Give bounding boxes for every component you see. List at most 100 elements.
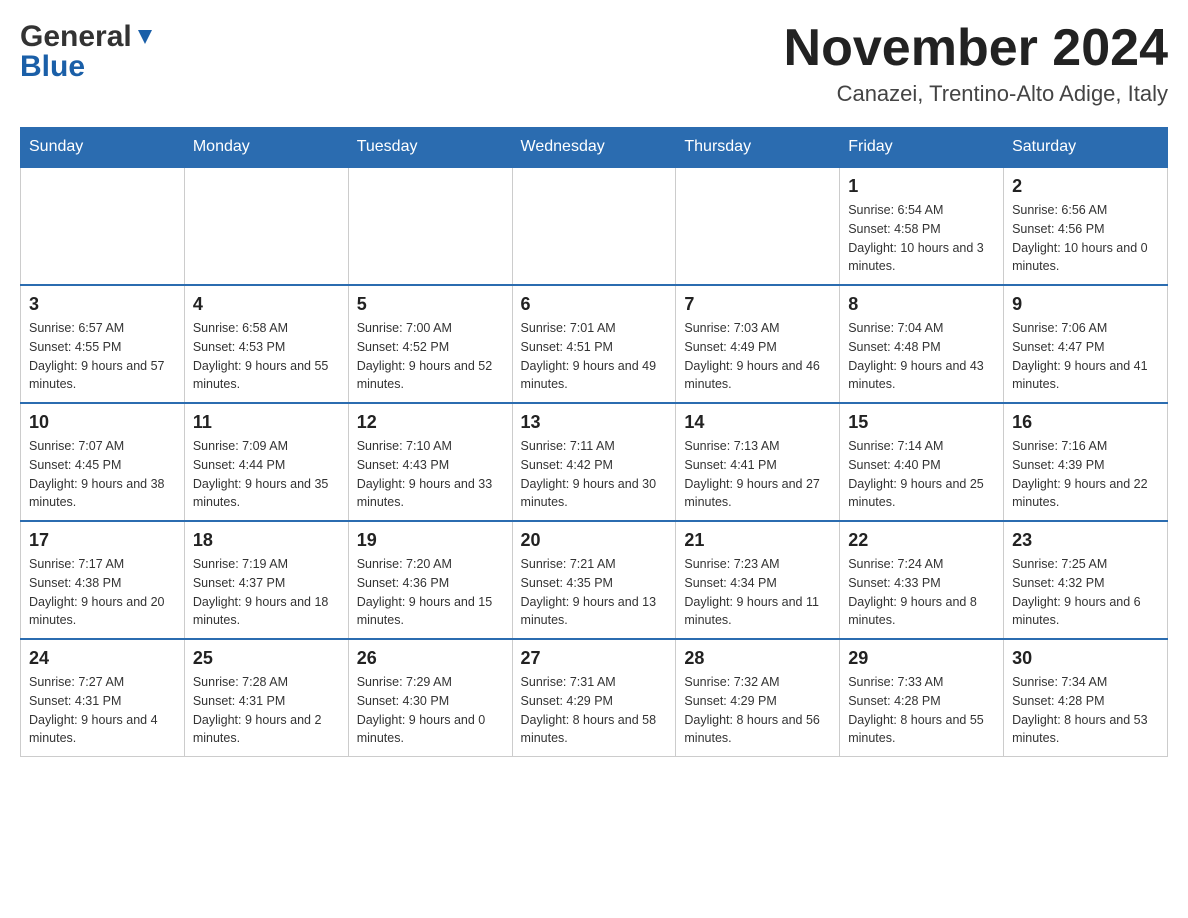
- day-info: Sunrise: 7:16 AMSunset: 4:39 PMDaylight:…: [1012, 437, 1159, 512]
- page-header: General Blue November 2024 Canazei, Tren…: [20, 20, 1168, 107]
- day-info: Sunrise: 7:21 AMSunset: 4:35 PMDaylight:…: [521, 555, 668, 630]
- day-info: Sunrise: 7:27 AMSunset: 4:31 PMDaylight:…: [29, 673, 176, 748]
- calendar-header-wednesday: Wednesday: [512, 128, 676, 168]
- calendar-day-cell: 1 Sunrise: 6:54 AMSunset: 4:58 PMDaylight…: [840, 167, 1004, 285]
- calendar-week-row: 10Sunrise: 7:07 AMSunset: 4:45 PMDayligh…: [21, 403, 1168, 521]
- day-number: 17: [29, 530, 176, 551]
- day-number: 9: [1012, 294, 1159, 315]
- calendar-day-cell: 18 Sunrise: 7:19 AMSunset: 4:37 PMDayligh…: [184, 521, 348, 639]
- calendar-day-cell: [348, 167, 512, 285]
- day-info: Sunrise: 7:34 AMSunset: 4:28 PMDaylight:…: [1012, 673, 1159, 748]
- day-info: Sunrise: 7:28 AMSunset: 4:31 PMDaylight:…: [193, 673, 340, 748]
- calendar-day-cell: 8Sunrise: 7:04 AMSunset: 4:48 PMDaylight…: [840, 285, 1004, 403]
- day-info: Sunrise: 7:31 AMSunset: 4:29 PMDaylight:…: [521, 673, 668, 748]
- day-number: 1: [848, 176, 995, 197]
- calendar-header-row: SundayMondayTuesdayWednesdayThursdayFrid…: [21, 128, 1168, 168]
- day-info: Sunrise: 7:04 AMSunset: 4:48 PMDaylight:…: [848, 319, 995, 394]
- day-number: 19: [357, 530, 504, 551]
- calendar-header-monday: Monday: [184, 128, 348, 168]
- calendar-day-cell: 22 Sunrise: 7:24 AMSunset: 4:33 PMDayligh…: [840, 521, 1004, 639]
- day-info: Sunrise: 7:24 AMSunset: 4:33 PMDaylight:…: [848, 555, 995, 630]
- day-number: 20: [521, 530, 668, 551]
- day-info: Sunrise: 7:25 AMSunset: 4:32 PMDaylight:…: [1012, 555, 1159, 630]
- day-info: Sunrise: 7:32 AMSunset: 4:29 PMDaylight:…: [684, 673, 831, 748]
- location-subtitle: Canazei, Trentino-Alto Adige, Italy: [784, 81, 1168, 107]
- day-info: Sunrise: 7:00 AMSunset: 4:52 PMDaylight:…: [357, 319, 504, 394]
- day-info: Sunrise: 7:10 AMSunset: 4:43 PMDaylight:…: [357, 437, 504, 512]
- day-number: 4: [193, 294, 340, 315]
- calendar-day-cell: 12 Sunrise: 7:10 AMSunset: 4:43 PMDayligh…: [348, 403, 512, 521]
- calendar-week-row: 1 Sunrise: 6:54 AMSunset: 4:58 PMDaylight…: [21, 167, 1168, 285]
- day-info: Sunrise: 7:29 AMSunset: 4:30 PMDaylight:…: [357, 673, 504, 748]
- day-number: 24: [29, 648, 176, 669]
- day-number: 16: [1012, 412, 1159, 433]
- day-number: 25: [193, 648, 340, 669]
- calendar-day-cell: 3 Sunrise: 6:57 AMSunset: 4:55 PMDaylight…: [21, 285, 185, 403]
- calendar-day-cell: 11Sunrise: 7:09 AMSunset: 4:44 PMDayligh…: [184, 403, 348, 521]
- day-info: Sunrise: 6:54 AMSunset: 4:58 PMDaylight:…: [848, 201, 995, 276]
- day-number: 29: [848, 648, 995, 669]
- calendar-day-cell: [676, 167, 840, 285]
- logo-triangle-icon: [134, 26, 156, 48]
- calendar-week-row: 17Sunrise: 7:17 AMSunset: 4:38 PMDayligh…: [21, 521, 1168, 639]
- calendar-day-cell: 28 Sunrise: 7:32 AMSunset: 4:29 PMDayligh…: [676, 639, 840, 757]
- calendar-day-cell: [21, 167, 185, 285]
- day-number: 15: [848, 412, 995, 433]
- day-number: 12: [357, 412, 504, 433]
- calendar-day-cell: 15Sunrise: 7:14 AMSunset: 4:40 PMDayligh…: [840, 403, 1004, 521]
- calendar-header-friday: Friday: [840, 128, 1004, 168]
- day-number: 27: [521, 648, 668, 669]
- calendar-day-cell: 6 Sunrise: 7:01 AMSunset: 4:51 PMDaylight…: [512, 285, 676, 403]
- day-info: Sunrise: 6:58 AMSunset: 4:53 PMDaylight:…: [193, 319, 340, 394]
- calendar-day-cell: 29 Sunrise: 7:33 AMSunset: 4:28 PMDayligh…: [840, 639, 1004, 757]
- day-number: 18: [193, 530, 340, 551]
- day-number: 26: [357, 648, 504, 669]
- calendar-day-cell: 26 Sunrise: 7:29 AMSunset: 4:30 PMDayligh…: [348, 639, 512, 757]
- calendar-day-cell: 23 Sunrise: 7:25 AMSunset: 4:32 PMDayligh…: [1004, 521, 1168, 639]
- calendar-day-cell: 9 Sunrise: 7:06 AMSunset: 4:47 PMDaylight…: [1004, 285, 1168, 403]
- month-title: November 2024: [784, 20, 1168, 77]
- day-number: 22: [848, 530, 995, 551]
- calendar-day-cell: 27 Sunrise: 7:31 AMSunset: 4:29 PMDayligh…: [512, 639, 676, 757]
- day-number: 30: [1012, 648, 1159, 669]
- calendar-day-cell: 5Sunrise: 7:00 AMSunset: 4:52 PMDaylight…: [348, 285, 512, 403]
- day-info: Sunrise: 7:33 AMSunset: 4:28 PMDaylight:…: [848, 673, 995, 748]
- day-info: Sunrise: 7:13 AMSunset: 4:41 PMDaylight:…: [684, 437, 831, 512]
- calendar-day-cell: 16 Sunrise: 7:16 AMSunset: 4:39 PMDayligh…: [1004, 403, 1168, 521]
- logo: General Blue: [20, 20, 156, 84]
- day-number: 21: [684, 530, 831, 551]
- calendar-day-cell: 4 Sunrise: 6:58 AMSunset: 4:53 PMDaylight…: [184, 285, 348, 403]
- day-info: Sunrise: 7:06 AMSunset: 4:47 PMDaylight:…: [1012, 319, 1159, 394]
- day-info: Sunrise: 6:57 AMSunset: 4:55 PMDaylight:…: [29, 319, 176, 394]
- day-info: Sunrise: 7:01 AMSunset: 4:51 PMDaylight:…: [521, 319, 668, 394]
- calendar-day-cell: 14Sunrise: 7:13 AMSunset: 4:41 PMDayligh…: [676, 403, 840, 521]
- calendar-table: SundayMondayTuesdayWednesdayThursdayFrid…: [20, 127, 1168, 757]
- calendar-day-cell: 21Sunrise: 7:23 AMSunset: 4:34 PMDayligh…: [676, 521, 840, 639]
- calendar-day-cell: [512, 167, 676, 285]
- day-info: Sunrise: 7:07 AMSunset: 4:45 PMDaylight:…: [29, 437, 176, 512]
- calendar-day-cell: 24 Sunrise: 7:27 AMSunset: 4:31 PMDayligh…: [21, 639, 185, 757]
- title-section: November 2024 Canazei, Trentino-Alto Adi…: [784, 20, 1168, 107]
- day-number: 6: [521, 294, 668, 315]
- day-info: Sunrise: 7:19 AMSunset: 4:37 PMDaylight:…: [193, 555, 340, 630]
- calendar-day-cell: [184, 167, 348, 285]
- calendar-day-cell: 19 Sunrise: 7:20 AMSunset: 4:36 PMDayligh…: [348, 521, 512, 639]
- calendar-day-cell: 30 Sunrise: 7:34 AMSunset: 4:28 PMDayligh…: [1004, 639, 1168, 757]
- day-number: 3: [29, 294, 176, 315]
- logo-general-text: General: [20, 20, 132, 54]
- day-number: 13: [521, 412, 668, 433]
- calendar-day-cell: 20 Sunrise: 7:21 AMSunset: 4:35 PMDayligh…: [512, 521, 676, 639]
- day-info: Sunrise: 7:20 AMSunset: 4:36 PMDaylight:…: [357, 555, 504, 630]
- calendar-week-row: 24 Sunrise: 7:27 AMSunset: 4:31 PMDayligh…: [21, 639, 1168, 757]
- calendar-day-cell: 7Sunrise: 7:03 AMSunset: 4:49 PMDaylight…: [676, 285, 840, 403]
- calendar-week-row: 3 Sunrise: 6:57 AMSunset: 4:55 PMDaylight…: [21, 285, 1168, 403]
- day-info: Sunrise: 6:56 AMSunset: 4:56 PMDaylight:…: [1012, 201, 1159, 276]
- calendar-day-cell: 2 Sunrise: 6:56 AMSunset: 4:56 PMDaylight…: [1004, 167, 1168, 285]
- day-number: 23: [1012, 530, 1159, 551]
- calendar-day-cell: 10Sunrise: 7:07 AMSunset: 4:45 PMDayligh…: [21, 403, 185, 521]
- day-number: 28: [684, 648, 831, 669]
- day-number: 2: [1012, 176, 1159, 197]
- calendar-day-cell: 25 Sunrise: 7:28 AMSunset: 4:31 PMDayligh…: [184, 639, 348, 757]
- day-number: 11: [193, 412, 340, 433]
- calendar-header-saturday: Saturday: [1004, 128, 1168, 168]
